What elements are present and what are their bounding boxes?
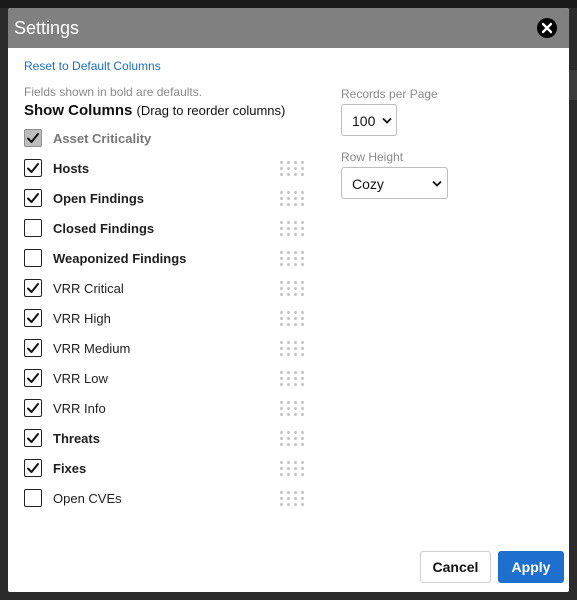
column-label: VRR Info: [53, 401, 106, 416]
drag-handle-icon[interactable]: [280, 161, 304, 176]
column-label: VRR Critical: [53, 281, 124, 296]
column-label: VRR High: [53, 311, 111, 326]
settings-dialog: Settings Reset to Default Columns Fields…: [8, 8, 569, 592]
column-checkbox[interactable]: [24, 489, 42, 507]
column-checkbox[interactable]: [24, 279, 42, 297]
check-icon: [27, 403, 39, 413]
column-row: VRR High: [24, 308, 314, 338]
column-row: Threats: [24, 428, 314, 458]
drag-handle-icon[interactable]: [280, 191, 304, 206]
check-icon: [27, 343, 39, 353]
check-icon: [27, 433, 39, 443]
column-row: Weaponized Findings: [24, 248, 314, 278]
close-button[interactable]: [537, 18, 557, 38]
records-per-page-value: 100: [352, 113, 376, 129]
row-height-select[interactable]: Cozy: [341, 167, 448, 199]
dialog-header: Settings: [8, 8, 569, 48]
reset-default-columns-link[interactable]: Reset to Default Columns: [24, 59, 161, 73]
show-columns-subtitle: (Drag to reorder columns): [136, 103, 286, 118]
column-row: VRR Info: [24, 398, 314, 428]
column-row: Fixes: [24, 458, 314, 488]
page-background-edge: [569, 70, 577, 100]
check-icon: [27, 193, 39, 203]
column-row: Asset Criticality: [24, 128, 314, 158]
records-per-page-select[interactable]: 100: [341, 104, 397, 136]
drag-handle-icon[interactable]: [280, 341, 304, 356]
column-checkbox[interactable]: [24, 159, 42, 177]
check-icon: [27, 313, 39, 323]
column-label: Fixes: [53, 461, 87, 476]
column-label: Weaponized Findings: [53, 251, 187, 266]
chevron-down-icon: [382, 117, 392, 124]
drag-handle-icon[interactable]: [280, 281, 304, 296]
column-checkbox[interactable]: [24, 339, 42, 357]
column-label: Open CVEs: [53, 491, 122, 506]
column-row: Open Findings: [24, 188, 314, 218]
column-label: VRR Medium: [53, 341, 131, 356]
show-columns-heading: Show Columns (Drag to reorder columns): [24, 102, 285, 120]
column-checkbox: [24, 129, 42, 147]
column-label: Asset Criticality: [53, 131, 152, 146]
check-icon: [27, 283, 39, 293]
drag-handle-icon[interactable]: [280, 491, 304, 506]
column-checkbox[interactable]: [24, 459, 42, 477]
column-checkbox[interactable]: [24, 429, 42, 447]
apply-button[interactable]: Apply: [498, 551, 564, 583]
column-row: Hosts: [24, 158, 314, 188]
records-per-page-label: Records per Page: [341, 87, 438, 101]
drag-handle-icon[interactable]: [280, 401, 304, 416]
close-icon: [541, 22, 553, 34]
chevron-down-icon: [432, 180, 442, 187]
column-checkbox[interactable]: [24, 219, 42, 237]
column-checkbox[interactable]: [24, 309, 42, 327]
column-row: Open CVEs: [24, 488, 314, 518]
drag-handle-icon[interactable]: [280, 251, 304, 266]
drag-handle-icon[interactable]: [280, 371, 304, 386]
drag-handle-icon[interactable]: [280, 461, 304, 476]
check-icon: [27, 373, 39, 383]
column-label: Closed Findings: [53, 221, 155, 236]
column-label: Open Findings: [53, 191, 144, 206]
column-label: VRR Low: [53, 371, 108, 386]
column-row: VRR Medium: [24, 338, 314, 368]
column-label: Hosts: [53, 161, 90, 176]
page-background-top: [0, 0, 577, 8]
defaults-hint: Fields shown in bold are defaults.: [24, 85, 203, 99]
row-height-value: Cozy: [352, 176, 384, 192]
column-checkbox[interactable]: [24, 369, 42, 387]
cancel-button[interactable]: Cancel: [420, 551, 491, 583]
column-checkbox[interactable]: [24, 399, 42, 417]
row-height-label: Row Height: [341, 150, 404, 164]
show-columns-title: Show Columns: [24, 102, 133, 119]
check-icon: [27, 163, 39, 173]
drag-handle-icon[interactable]: [280, 221, 304, 236]
column-row: VRR Low: [24, 368, 314, 398]
column-row: VRR Critical: [24, 278, 314, 308]
check-icon: [27, 133, 39, 143]
column-checkbox[interactable]: [24, 249, 42, 267]
column-label: Threats: [53, 431, 100, 446]
column-list: Asset Criticality Hosts Open Findings Close…: [24, 128, 314, 518]
column-checkbox[interactable]: [24, 189, 42, 207]
column-row: Closed Findings: [24, 218, 314, 248]
dialog-title: Settings: [14, 18, 80, 38]
drag-handle-icon[interactable]: [280, 431, 304, 446]
drag-handle-icon[interactable]: [280, 311, 304, 326]
check-icon: [27, 463, 39, 473]
